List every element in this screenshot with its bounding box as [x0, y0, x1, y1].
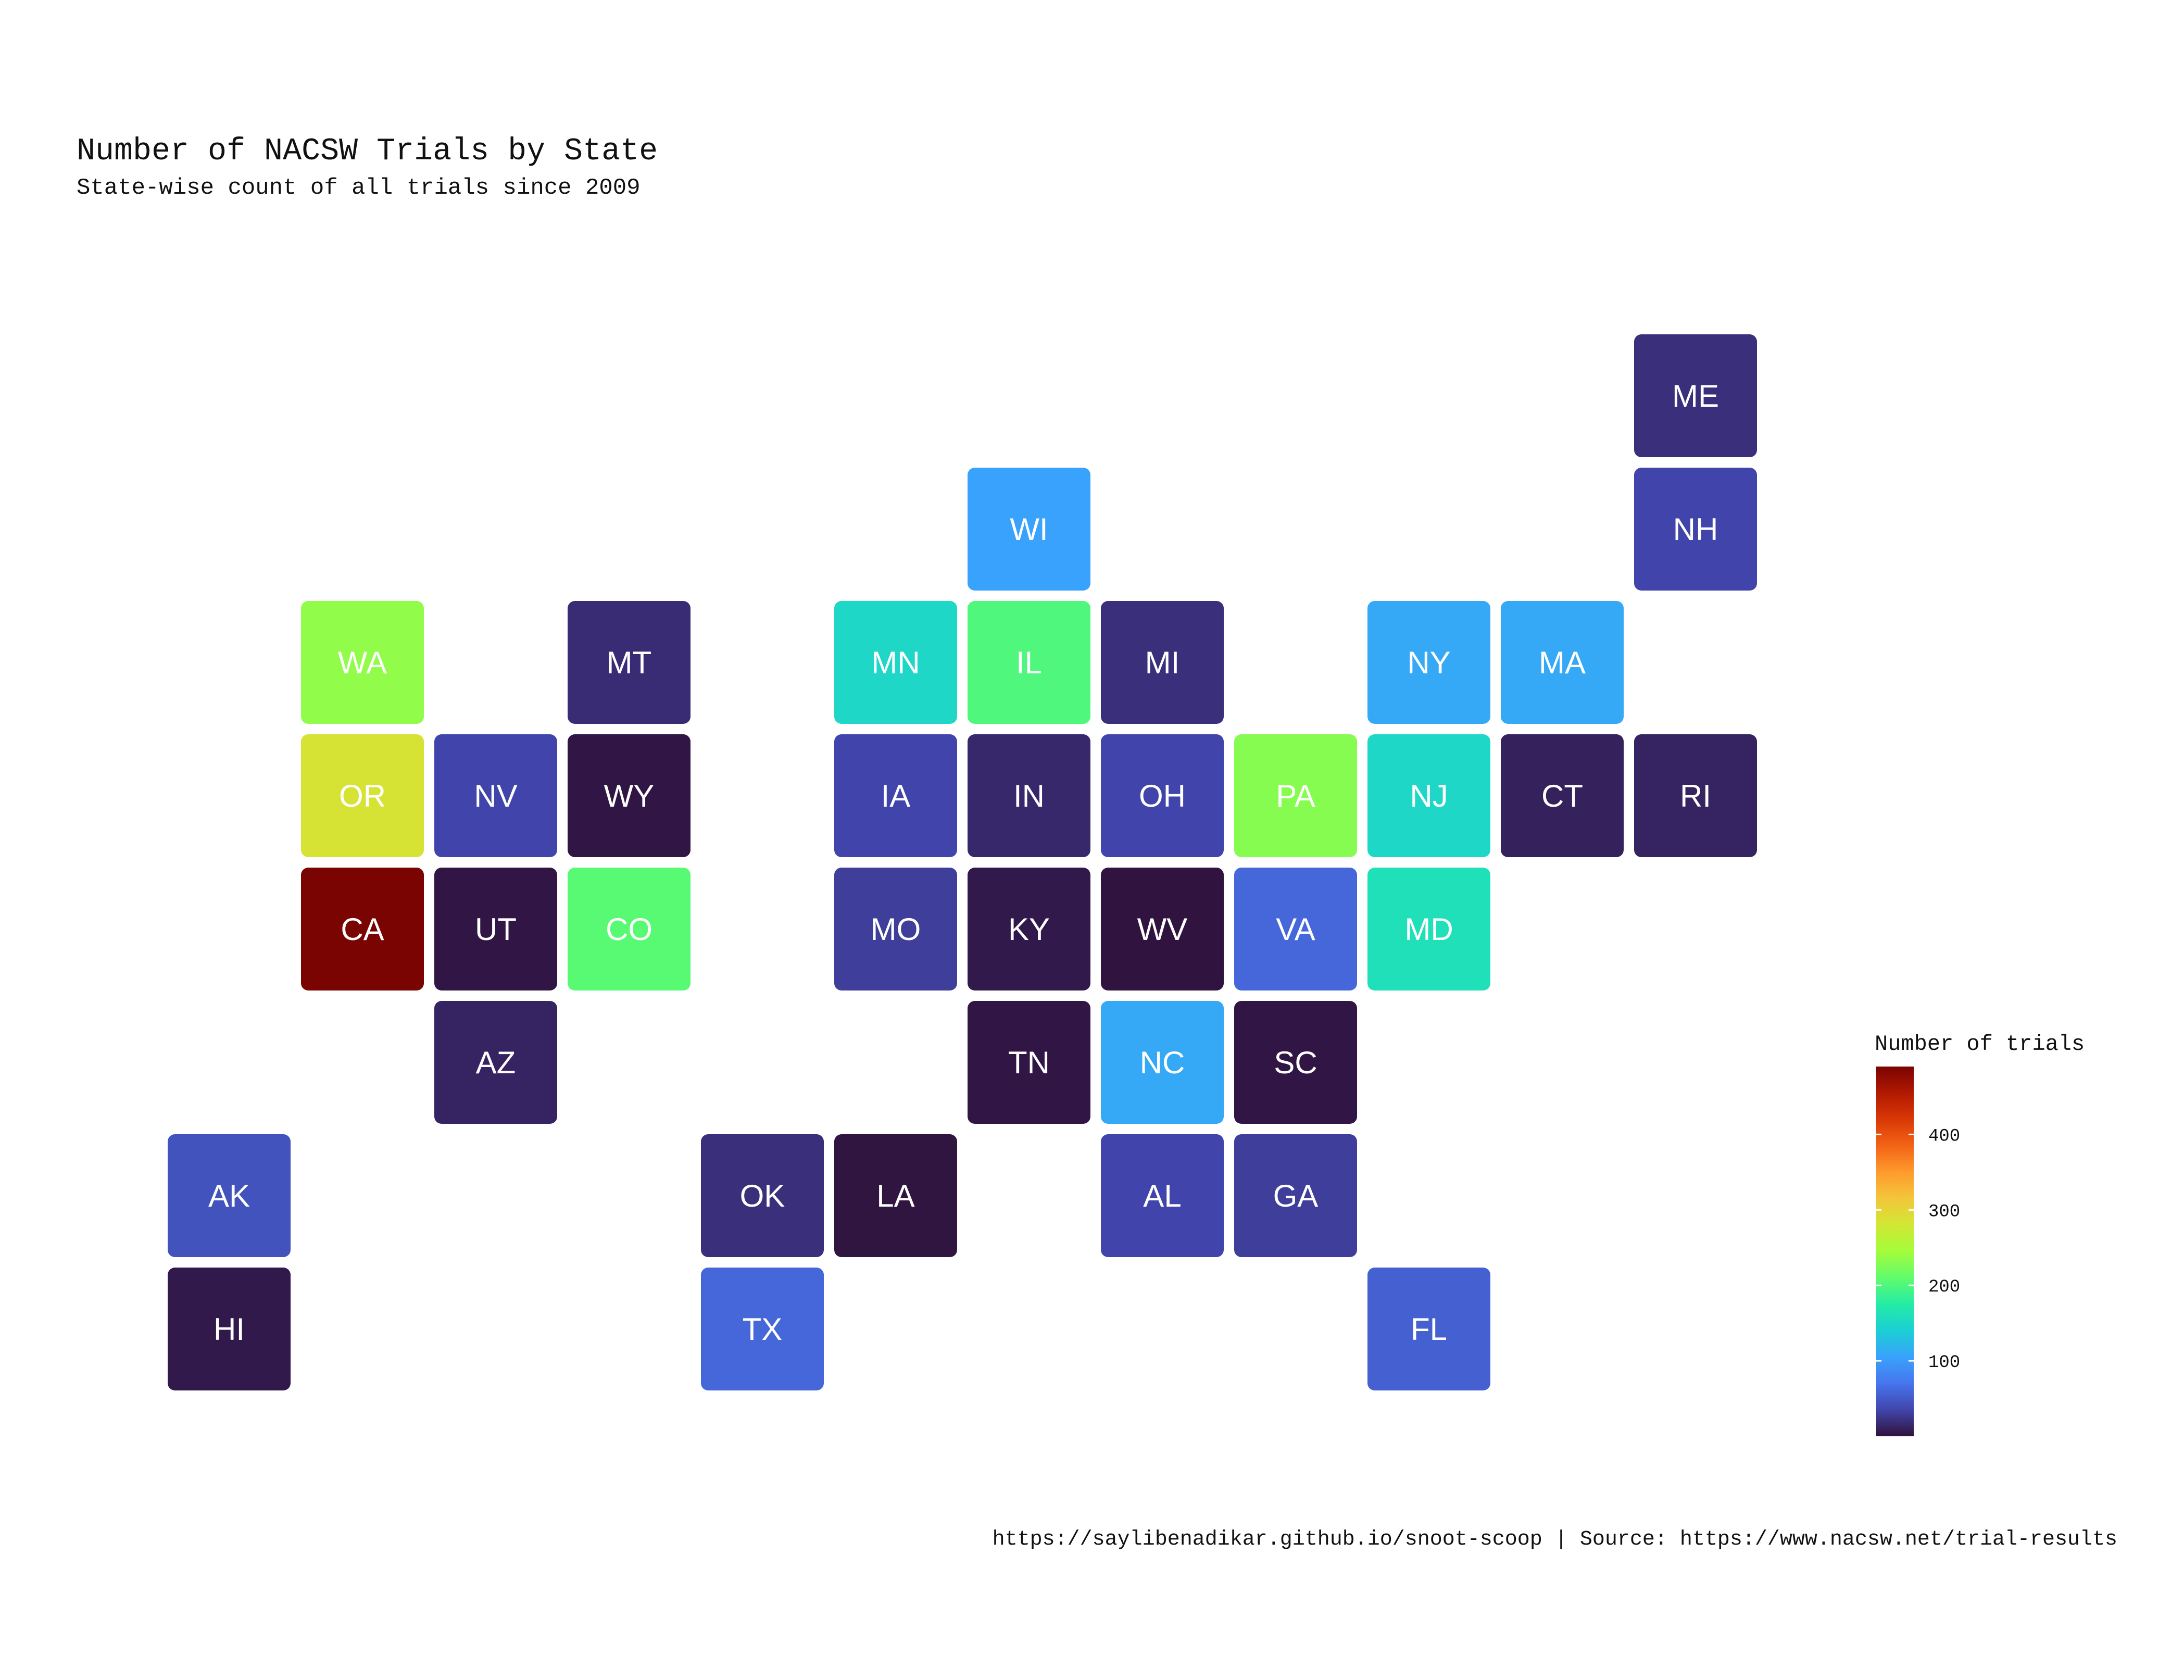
state-label-al: AL: [1143, 1178, 1181, 1213]
state-tile-hi: HI: [168, 1268, 291, 1390]
state-tile-fl: FL: [1367, 1268, 1490, 1390]
state-label-sc: SC: [1274, 1045, 1317, 1080]
state-label-ny: NY: [1407, 645, 1450, 680]
state-label-tn: TN: [1008, 1045, 1050, 1080]
chart-title: Number of NACSW Trials by State: [77, 134, 658, 169]
state-label-ca: CA: [341, 912, 384, 947]
state-tile-nc: NC: [1101, 1001, 1224, 1124]
state-tile-ga: GA: [1234, 1134, 1357, 1257]
state-label-tx: TX: [743, 1312, 783, 1347]
state-label-ok: OK: [740, 1178, 785, 1213]
chart-subtitle: State-wise count of all trials since 200…: [77, 175, 641, 201]
state-tile-ri: RI: [1634, 734, 1757, 857]
state-label-nj: NJ: [1410, 779, 1448, 813]
state-label-nv: NV: [474, 779, 517, 813]
state-label-wa: WA: [338, 645, 387, 680]
state-label-az: AZ: [476, 1045, 516, 1080]
legend-title: Number of trials: [1875, 1032, 2085, 1057]
state-tile-md: MD: [1367, 868, 1490, 991]
state-label-in: IN: [1013, 779, 1045, 813]
state-tile-ut: UT: [434, 868, 557, 991]
state-tile-wa: WA: [301, 601, 424, 724]
state-label-pa: PA: [1276, 779, 1315, 813]
state-tile-va: VA: [1234, 868, 1357, 991]
legend-tick-label: 100: [1928, 1353, 1960, 1373]
state-tile-ct: CT: [1501, 734, 1624, 857]
state-tile-nh: NH: [1634, 468, 1757, 591]
state-tile-ma: MA: [1501, 601, 1624, 724]
state-tile-sc: SC: [1234, 1001, 1357, 1124]
state-label-mo: MO: [871, 912, 921, 947]
state-tile-mi: MI: [1101, 601, 1224, 724]
state-tile-tx: TX: [701, 1268, 824, 1390]
state-tile-az: AZ: [434, 1001, 557, 1124]
legend-tick-label: 200: [1928, 1277, 1960, 1297]
state-label-me: ME: [1672, 379, 1719, 413]
state-tile-mo: MO: [834, 868, 957, 991]
state-label-mn: MN: [871, 645, 920, 680]
state-label-mt: MT: [607, 645, 652, 680]
state-tile-ok: OK: [701, 1134, 824, 1257]
state-label-wv: WV: [1137, 912, 1188, 947]
state-label-wi: WI: [1010, 512, 1048, 547]
chart-caption: https://saylibenadikar.github.io/snoot-s…: [993, 1528, 2117, 1551]
state-tile-me: ME: [1634, 334, 1757, 457]
state-tile-la: LA: [834, 1134, 957, 1257]
state-label-ri: RI: [1680, 779, 1711, 813]
state-tile-ca: CA: [301, 868, 424, 991]
state-tile-ak: AK: [168, 1134, 291, 1257]
state-label-ga: GA: [1273, 1178, 1319, 1213]
state-tile-nj: NJ: [1367, 734, 1490, 857]
state-tile-al: AL: [1101, 1134, 1224, 1257]
state-label-or: OR: [339, 779, 386, 813]
state-tile-wv: WV: [1101, 868, 1224, 991]
legend-tick-label: 400: [1928, 1126, 1960, 1146]
legend-colorbar: [1876, 1067, 1914, 1436]
state-tile-mt: MT: [568, 601, 691, 724]
state-tile-mn: MN: [834, 601, 957, 724]
state-tile-il: IL: [968, 601, 1090, 724]
state-tile-co: CO: [568, 868, 691, 991]
state-label-md: MD: [1404, 912, 1453, 947]
state-tile-wi: WI: [968, 468, 1090, 591]
state-label-fl: FL: [1411, 1312, 1447, 1347]
state-tile-ny: NY: [1367, 601, 1490, 724]
state-label-ak: AK: [208, 1178, 250, 1213]
state-label-il: IL: [1016, 645, 1042, 680]
state-label-ut: UT: [475, 912, 517, 947]
state-label-nc: NC: [1140, 1045, 1185, 1080]
state-tile-ia: IA: [834, 734, 957, 857]
state-label-va: VA: [1276, 912, 1315, 947]
legend-tick-label: 300: [1928, 1202, 1960, 1222]
state-tile-wy: WY: [568, 734, 691, 857]
state-label-oh: OH: [1139, 779, 1186, 813]
state-label-ma: MA: [1539, 645, 1586, 680]
state-tiles: ME WI NH WA MT MN IL MI NY MA OR NV WY IA IN OH PA NJ CT RI…: [168, 334, 1757, 1390]
state-label-nh: NH: [1673, 512, 1718, 547]
state-tile-nv: NV: [434, 734, 557, 857]
state-label-hi: HI: [214, 1312, 245, 1347]
state-label-mi: MI: [1145, 645, 1180, 680]
state-label-wy: WY: [604, 779, 655, 813]
state-tile-ky: KY: [968, 868, 1090, 991]
state-tile-in: IN: [968, 734, 1090, 857]
state-label-ia: IA: [881, 779, 911, 813]
state-tile-oh: OH: [1101, 734, 1224, 857]
state-label-la: LA: [876, 1178, 914, 1213]
state-tile-or: OR: [301, 734, 424, 857]
state-label-co: CO: [606, 912, 652, 947]
tile-map-chart: Number of NACSW Trials by State State-wi…: [77, 134, 2117, 1551]
state-label-ct: CT: [1541, 779, 1583, 813]
state-label-ky: KY: [1008, 912, 1050, 947]
color-legend: Number of trials 100 200 300 400: [1875, 1032, 2085, 1436]
state-tile-pa: PA: [1234, 734, 1357, 857]
state-tile-tn: TN: [968, 1001, 1090, 1124]
